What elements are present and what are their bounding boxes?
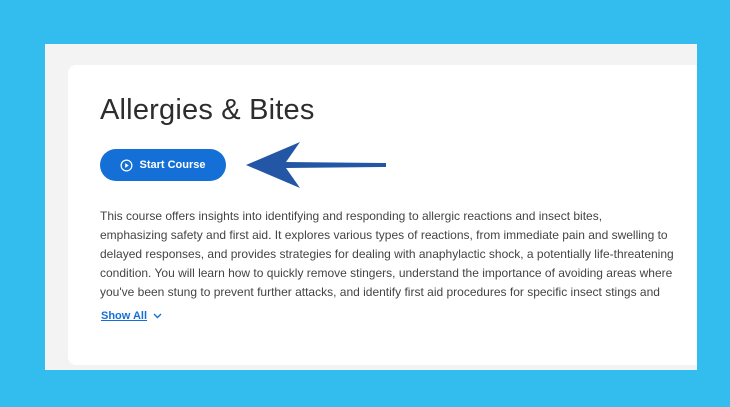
content-frame: Allergies & Bites Start Course This cour… xyxy=(45,44,697,370)
description-line: This course offers insights into identif… xyxy=(100,209,603,223)
start-course-label: Start Course xyxy=(139,159,206,171)
show-all-link[interactable]: Show All xyxy=(101,310,162,322)
description-line: emphasizing safety and first aid. It exp… xyxy=(100,228,668,242)
play-circle-icon xyxy=(120,159,133,171)
course-title: Allergies & Bites xyxy=(100,94,315,126)
pointer-arrow-icon xyxy=(246,142,386,188)
start-course-button[interactable]: Start Course xyxy=(100,149,226,181)
chevron-down-icon xyxy=(153,313,162,319)
description-line: condition. You will learn how to quickly… xyxy=(100,266,673,280)
show-all-label: Show All xyxy=(101,310,148,322)
course-card: Allergies & Bites Start Course This cour… xyxy=(68,65,697,365)
description-line: delayed responses, and provides strategi… xyxy=(100,247,674,261)
description-line: you've been stung to prevent further att… xyxy=(100,285,660,299)
course-description: This course offers insights into identif… xyxy=(100,207,697,302)
